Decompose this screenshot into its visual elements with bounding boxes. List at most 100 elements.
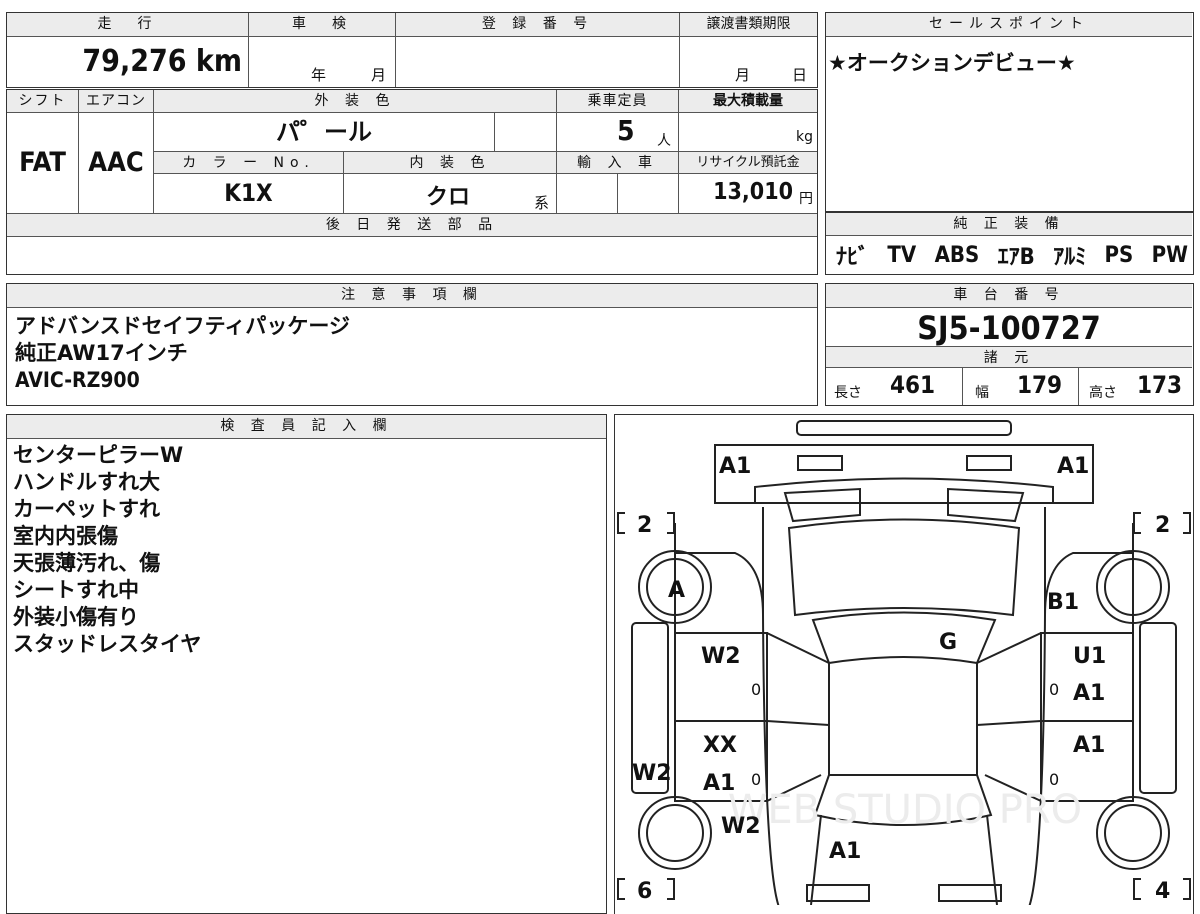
- later-parts-header: 後 日 発 送 部 品: [7, 213, 817, 237]
- wheel-left-rear-inner: [646, 804, 704, 862]
- transfer-deadline-value: 月 日: [680, 37, 817, 87]
- recycle-deposit-unit: 円: [799, 191, 813, 207]
- ac-header: エアコン: [79, 90, 154, 113]
- left-door-link-b: [766, 720, 830, 726]
- basic-info-table: 走 行 79,276 km 車 検 年 月 登 録 番 号 譲渡書類期限 月 日: [6, 12, 818, 88]
- sales-point-header: セールスポイント: [826, 13, 1192, 37]
- chassis-header: 車 台 番 号: [826, 284, 1192, 308]
- shaken-month: 月: [371, 66, 387, 84]
- exterior-color-header: 外 装 色: [154, 90, 557, 113]
- mark-right-fender: B1: [1047, 590, 1079, 615]
- mark-left-rear-door-2: A1: [703, 771, 735, 796]
- sales-point-text: ★オークションデビュー★: [828, 51, 1076, 75]
- transfer-month: 月: [735, 66, 751, 84]
- inspector-line: 天張薄汚れ、傷: [13, 551, 161, 575]
- spec-height: 高さ 173: [1079, 368, 1192, 405]
- chassis-number: SJ5-100727: [917, 309, 1101, 347]
- equipment-item: ABS: [934, 242, 980, 268]
- headlight-right: [966, 455, 1012, 471]
- equipment-list: ﾅﾋﾞ TV ABS ｴｱB ｱﾙﾐ PS PW: [836, 238, 1188, 272]
- equipment-item: PS: [1104, 242, 1134, 268]
- mark-left-front-door: W2: [701, 644, 741, 669]
- max-load-unit: kg: [796, 129, 813, 145]
- taillight-right: [938, 884, 1002, 902]
- wheel-right-rear: [1096, 796, 1170, 870]
- recycle-deposit-header: リサイクル預託金: [679, 152, 817, 174]
- import-header: 輸 入 車: [557, 152, 679, 174]
- grille-right: [947, 487, 1025, 523]
- windshield: [787, 518, 1021, 617]
- spec-width: 幅 179: [963, 368, 1079, 405]
- capacity-value: 5: [617, 114, 635, 147]
- mark-left-rear-quarter: W2: [721, 814, 761, 839]
- shift-header: シフト: [7, 90, 79, 113]
- spec-height-value: 173: [1137, 371, 1183, 399]
- grille-left: [783, 487, 861, 523]
- notes-line: アドバンスドセイフティパッケージ: [15, 314, 350, 338]
- wheel-right-rear-inner: [1104, 804, 1162, 862]
- mark-right-front-door-2: A1: [1073, 681, 1105, 706]
- inspector-line: シートすれ中: [13, 578, 139, 602]
- mark-left-fender: A: [668, 578, 685, 603]
- notes-line: 純正AW17インチ: [15, 341, 188, 365]
- mark-roof: G: [939, 630, 957, 655]
- mark-zero-b: 0: [1049, 680, 1059, 699]
- mark-tire-rf: 2: [1155, 513, 1170, 538]
- equipment-item: TV: [887, 242, 917, 268]
- spec-length-label: 長さ: [834, 385, 862, 401]
- capacity-cell: 5 人: [557, 113, 679, 152]
- equipment-item: ﾅﾋﾞ: [836, 245, 870, 270]
- interior-color-header: 内 装 色: [344, 152, 557, 174]
- max-load-cell: kg: [679, 113, 817, 152]
- mileage-value: 79,276 km: [7, 37, 249, 87]
- mark-right-front-door-1: U1: [1073, 644, 1106, 669]
- right-sill: [1139, 622, 1177, 794]
- registration-value: [396, 37, 680, 87]
- inspector-line: スタッドレスタイヤ: [13, 632, 202, 656]
- mark-left-sill: W2: [632, 761, 672, 786]
- mark-front-left: A1: [719, 454, 751, 479]
- shift-value: FAT: [7, 113, 79, 213]
- import-cell-a: [557, 174, 618, 213]
- inspector-line: センターピラーW: [13, 443, 184, 467]
- exterior-color-value: パ゜ール: [154, 113, 495, 152]
- color-no-header: カ ラ ー No.: [154, 152, 344, 174]
- car-diagram: WEB STUDIO PRO A1 A1 2 2 6 4 A B1 G W2 U…: [617, 420, 1191, 905]
- mark-tire-rr: 4: [1155, 879, 1170, 904]
- shaken-header: 車 検: [249, 13, 396, 37]
- mark-right-rear-door: A1: [1073, 733, 1105, 758]
- mileage-header: 走 行: [7, 13, 249, 37]
- front-bumper-strip: [796, 420, 1012, 436]
- headlight-left: [797, 455, 843, 471]
- mark-zero-d: 0: [1049, 770, 1059, 789]
- inspector-line: カーペットすれ: [13, 497, 160, 521]
- right-door-link-b: [976, 720, 1042, 726]
- notes-line: AVIC-RZ900: [15, 368, 140, 392]
- interior-color-cell: クロ 系: [344, 174, 557, 213]
- equipment-header: 純 正 装 備: [826, 213, 1192, 236]
- specs-header: 諸 元: [826, 346, 1192, 368]
- interior-color-value: クロ: [426, 185, 471, 210]
- mark-tire-lr: 6: [637, 879, 652, 904]
- equipment-item: ｴｱB: [997, 245, 1035, 270]
- chassis-box: 車 台 番 号 SJ5-100727 諸 元 長さ 461 幅 179 高さ 1…: [825, 283, 1194, 406]
- inspector-line: 室内内張傷: [13, 524, 118, 548]
- inspector-line: 外装小傷有り: [13, 605, 139, 629]
- equipment-box: 純 正 装 備 ﾅﾋﾞ TV ABS ｴｱB ｱﾙﾐ PS PW: [825, 212, 1194, 275]
- spec-length-value: 461: [890, 371, 936, 399]
- mark-front-right: A1: [1057, 454, 1089, 479]
- taillight-left: [806, 884, 870, 902]
- mark-tire-lf: 2: [637, 513, 652, 538]
- interior-color-suffix: 系: [534, 194, 550, 212]
- roof-front: [811, 611, 997, 665]
- vehicle-details-table: シフト FAT エアコン AAC 外 装 色 パ゜ール 乗車定員 5 人 最大積…: [6, 89, 818, 275]
- notes-lines: アドバンスドセイフティパッケージ 純正AW17インチ AVIC-RZ900: [15, 313, 350, 394]
- inspector-line: ハンドルすれ大: [13, 470, 160, 494]
- spec-width-value: 179: [1017, 371, 1063, 399]
- transfer-deadline-header: 譲渡書類期限: [680, 13, 817, 37]
- equipment-item: ｱﾙﾐ: [1053, 245, 1087, 270]
- max-load-header: 最大積載量: [679, 90, 817, 113]
- capacity-unit: 人: [657, 133, 671, 149]
- capacity-header: 乗車定員: [557, 90, 679, 113]
- mark-rear: A1: [829, 839, 861, 864]
